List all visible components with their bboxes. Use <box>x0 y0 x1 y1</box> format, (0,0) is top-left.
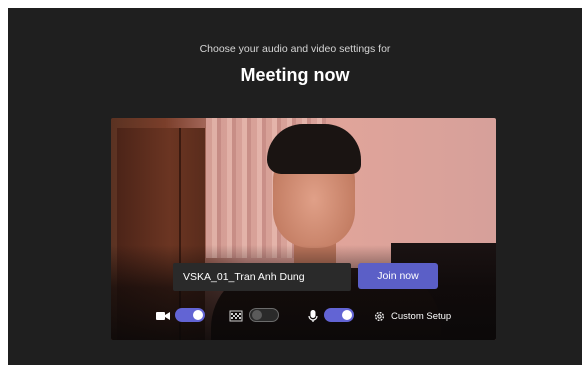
background-effects-icon[interactable] <box>229 309 243 323</box>
join-now-button[interactable]: Join now <box>358 263 438 289</box>
preview-person-hair <box>267 124 361 174</box>
custom-setup-label: Custom Setup <box>391 310 452 322</box>
video-camera-icon <box>156 309 170 323</box>
microphone-toggle[interactable] <box>324 308 354 322</box>
camera-toggle[interactable] <box>175 308 205 322</box>
background-toggle[interactable] <box>249 308 279 322</box>
microphone-toggle-knob <box>342 310 352 320</box>
custom-setup-button[interactable]: Custom Setup <box>373 307 451 325</box>
background-toggle-knob <box>252 310 262 320</box>
camera-preview: Join now <box>111 118 496 340</box>
display-name-input[interactable] <box>173 263 351 291</box>
microphone-icon <box>306 309 320 323</box>
settings-subtitle: Choose your audio and video settings for <box>199 43 391 55</box>
device-controls: Custom Setup <box>111 305 496 327</box>
camera-toggle-knob <box>193 310 203 320</box>
meeting-title: Meeting now <box>240 65 350 85</box>
meeting-prejoin-screen: Choose your audio and video settings for… <box>8 8 582 365</box>
gear-icon <box>374 311 385 321</box>
